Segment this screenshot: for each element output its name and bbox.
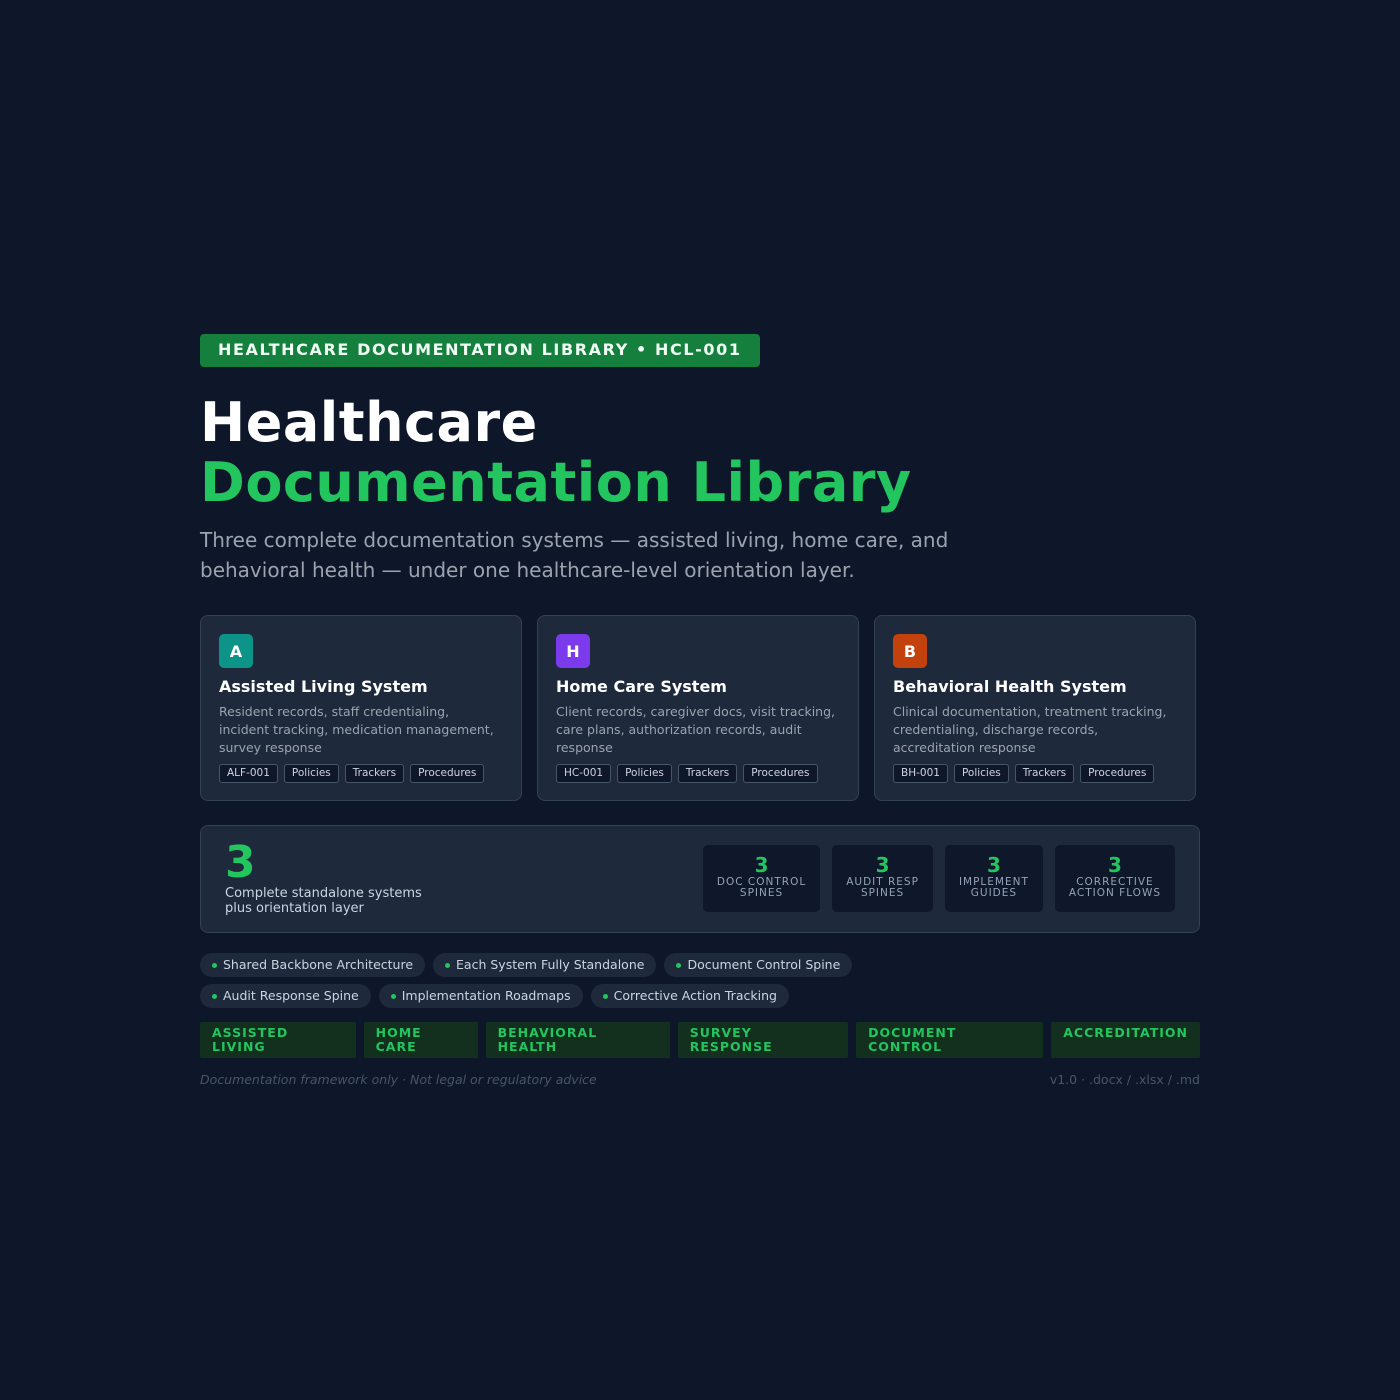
- feature-label: Document Control Spine: [687, 957, 841, 972]
- feature-label: Corrective Action Tracking: [613, 988, 777, 1003]
- card-tag: HC-001: [556, 764, 612, 783]
- card-title: Home Care System: [556, 677, 727, 696]
- assisted-living-icon: A: [219, 634, 253, 668]
- card-description: Clinical documentation, treatment tracki…: [893, 704, 1167, 755]
- systems-count: 3: [225, 837, 256, 888]
- system-card-assisted-living[interactable]: A Assisted Living System Resident record…: [200, 615, 522, 801]
- card-tag: Procedures: [410, 764, 485, 783]
- feature-label: Implementation Roadmaps: [401, 988, 571, 1003]
- stat-value: 3: [754, 853, 769, 877]
- card-tag: Policies: [953, 764, 1009, 783]
- card-tag: ALF-001: [219, 764, 278, 783]
- card-tag: Procedures: [1080, 764, 1155, 783]
- library-overview: HEALTHCARE DOCUMENTATION LIBRARY • HCL-0…: [200, 334, 1200, 1087]
- stat-label-line: ACTION FLOWS: [1068, 887, 1161, 899]
- card-tag: BH-001: [893, 764, 948, 783]
- footer: Documentation framework only · Not legal…: [200, 1072, 1200, 1087]
- title-line-2: Documentation Library: [200, 451, 912, 514]
- feature-pill: Corrective Action Tracking: [590, 984, 789, 1008]
- feature-pill: Document Control Spine: [664, 953, 853, 977]
- system-cards: A Assisted Living System Resident record…: [200, 615, 1200, 801]
- stat-label: AUDIT RESP SPINES: [846, 877, 919, 899]
- stat-implement-guides: 3 IMPLEMENT GUIDES: [944, 845, 1043, 912]
- behavioral-health-icon: B: [893, 634, 927, 668]
- bullet-dot-icon: [212, 962, 217, 968]
- page-subtitle: Three complete documentation systems — a…: [200, 528, 949, 582]
- stat-audit-resp-spines: 3 AUDIT RESP SPINES: [832, 845, 933, 912]
- card-tag: Procedures: [743, 764, 818, 783]
- feature-pill: Each System Fully Standalone: [433, 953, 657, 977]
- card-tag: Trackers: [344, 764, 405, 783]
- title-line-1: Healthcare: [200, 391, 538, 454]
- system-card-home-care[interactable]: H Home Care System Client records, careg…: [537, 615, 859, 801]
- stat-label-line: SPINES: [860, 887, 905, 899]
- bullet-dot-icon: [390, 993, 396, 999]
- card-tags: HC-001 Policies Trackers Procedures: [556, 764, 840, 783]
- stat-boxes: 3 DOC CONTROL SPINES 3 AUDIT RESP SPINES…: [702, 845, 1175, 912]
- card-title: Assisted Living System: [219, 677, 428, 696]
- systems-caption: Complete standalone systems plus orienta…: [225, 886, 465, 916]
- stat-value: 3: [986, 853, 1001, 877]
- category-tag: ASSISTED LIVING: [200, 1022, 356, 1058]
- card-tag: Policies: [283, 764, 339, 783]
- stats-panel: 3 Complete standalone systems plus orien…: [200, 825, 1200, 933]
- feature-pills: Shared Backbone Architecture Each System…: [200, 953, 1020, 1008]
- card-description: Resident records, staff credentialing, i…: [219, 704, 494, 755]
- bullet-dot-icon: [445, 962, 451, 968]
- category-tag: BEHAVIORAL HEALTH: [485, 1022, 670, 1058]
- category-tag: DOCUMENT CONTROL: [856, 1022, 1044, 1058]
- category-tag: HOME CARE: [363, 1022, 478, 1058]
- caption-line-2: plus orientation layer: [225, 901, 364, 916]
- caption-line-1: Complete standalone systems: [225, 886, 422, 901]
- stat-doc-control-spines: 3 DOC CONTROL SPINES: [702, 845, 821, 912]
- feature-pill: Audit Response Spine: [200, 984, 371, 1008]
- card-tag: Policies: [617, 764, 672, 783]
- feature-label: Audit Response Spine: [223, 988, 359, 1003]
- category-tag: ACCREDITATION: [1051, 1022, 1200, 1058]
- bullet-dot-icon: [676, 962, 682, 968]
- category-tags: ASSISTED LIVING HOME CARE BEHAVIORAL HEA…: [200, 1022, 1200, 1058]
- category-tag: SURVEY RESPONSE: [677, 1022, 849, 1058]
- home-care-icon: H: [556, 634, 590, 668]
- footer-disclaimer: Documentation framework only · Not legal…: [200, 1072, 597, 1087]
- stat-value: 3: [875, 853, 890, 877]
- card-tags: ALF-001 Policies Trackers Procedures: [219, 764, 503, 783]
- feature-label: Each System Fully Standalone: [456, 957, 645, 972]
- card-tag: Trackers: [1014, 764, 1075, 783]
- card-tags: BH-001 Policies Trackers Procedures: [893, 764, 1177, 783]
- stat-label: DOC CONTROL SPINES: [717, 877, 806, 899]
- bullet-dot-icon: [212, 993, 217, 999]
- stat-corrective-action-flows: 3 CORRECTIVE ACTION FLOWS: [1054, 845, 1175, 912]
- stat-label: CORRECTIVE ACTION FLOWS: [1069, 877, 1161, 899]
- page-title: Healthcare Documentation Library: [200, 393, 1200, 513]
- feature-pill: Shared Backbone Architecture: [200, 953, 426, 977]
- feature-label: Shared Backbone Architecture: [223, 957, 414, 972]
- card-title: Behavioral Health System: [893, 677, 1127, 696]
- stat-label: IMPLEMENT GUIDES: [959, 877, 1029, 899]
- footer-version: v1.0 · .docx / .xlsx / .md: [1049, 1072, 1200, 1087]
- feature-pill: Implementation Roadmaps: [378, 984, 583, 1008]
- stat-label-line: SPINES: [739, 887, 784, 899]
- card-tag: Trackers: [677, 764, 738, 783]
- library-badge: HEALTHCARE DOCUMENTATION LIBRARY • HCL-0…: [200, 334, 760, 367]
- bullet-dot-icon: [602, 993, 608, 999]
- stat-value: 3: [1107, 853, 1122, 877]
- system-card-behavioral-health[interactable]: B Behavioral Health System Clinical docu…: [874, 615, 1196, 801]
- stat-label-line: GUIDES: [970, 887, 1018, 899]
- card-description: Client records, caregiver docs, visit tr…: [556, 704, 836, 755]
